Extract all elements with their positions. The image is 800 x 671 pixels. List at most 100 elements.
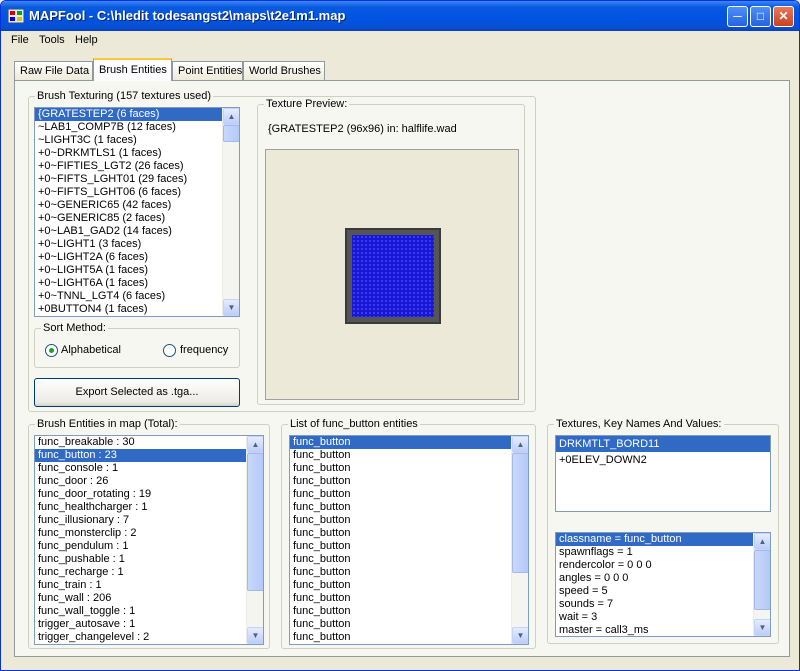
entity-list-item[interactable]: func_button — [290, 605, 528, 618]
brush-entities-listbox[interactable]: func_breakable : 30 func_button : 23 func_… — [34, 435, 264, 645]
entity-list-item[interactable]: func_button — [290, 553, 528, 566]
texture-list-item[interactable]: +0~DRKMTLS1 (1 faces) — [35, 147, 239, 160]
export-tga-button[interactable]: Export Selected as .tga... — [34, 378, 240, 407]
brush-entity-list-item[interactable]: func_breakable : 30 — [35, 436, 263, 449]
texture-list-item[interactable]: +0~FIFTS_LGHT01 (29 faces) — [35, 173, 239, 186]
entity-list-item[interactable]: func_button — [290, 579, 528, 592]
brush-entity-list-item[interactable]: func_door : 26 — [35, 475, 263, 488]
keyvalue-list-item[interactable]: wait = 3 — [556, 611, 770, 624]
entity-listbox[interactable]: func_button func_button func_button func_bu… — [289, 435, 529, 645]
keyvalue-list-item[interactable]: speed = 5 — [556, 585, 770, 598]
scroll-thumb[interactable] — [247, 453, 263, 591]
entity-list-item[interactable]: func_button — [290, 475, 528, 488]
scroll-down-arrow[interactable]: ▼ — [247, 627, 263, 644]
brush-entity-list-item[interactable]: func_pendulum : 1 — [35, 540, 263, 553]
texture-preview-frame — [265, 149, 519, 400]
brush-entities-group: Brush Entities in map (Total): func_brea… — [28, 418, 270, 649]
brush-entity-list-item[interactable]: func_recharge : 1 — [35, 566, 263, 579]
scroll-thumb[interactable] — [223, 125, 239, 142]
texture-list-item[interactable]: +0~LAB1_GAD2 (14 faces) — [35, 225, 239, 238]
texture-list-item[interactable]: +0~TNNL_LGT4 (6 faces) — [35, 290, 239, 303]
brush-entity-list-item[interactable]: func_illusionary : 7 — [35, 514, 263, 527]
tab-brush-entities[interactable]: Brush Entities — [93, 58, 172, 81]
keyvalue-list-item[interactable]: master = call3_ms — [556, 624, 770, 636]
texture-list-item[interactable]: +0~FIFTS_LGHT06 (6 faces) — [35, 186, 239, 199]
close-button[interactable]: ✕ — [773, 6, 794, 27]
texture-listbox[interactable]: {GRATESTEP2 (6 faces) ~LAB1_COMP7B (12 fa… — [34, 107, 240, 317]
scroll-up-arrow[interactable]: ▲ — [512, 436, 528, 453]
tab-raw-file-data[interactable]: Raw File Data — [14, 61, 93, 81]
keyvalue-list-item[interactable]: sounds = 7 — [556, 598, 770, 611]
keyvalue-list-item[interactable]: spawnflags = 1 — [556, 546, 770, 559]
texture-list-item[interactable]: +0~LIGHT1 (3 faces) — [35, 238, 239, 251]
scroll-down-arrow[interactable]: ▼ — [512, 627, 528, 644]
entity-list-item[interactable]: func_button — [290, 462, 528, 475]
menu-help[interactable]: Help — [75, 34, 98, 46]
texture-list-item[interactable]: +0BUTTON4 (1 faces) — [35, 303, 239, 316]
tab-world-brushes[interactable]: World Brushes — [243, 61, 325, 81]
entity-texture-item[interactable]: DRKMTLT_BORD11 — [556, 436, 770, 452]
scroll-thumb[interactable] — [754, 550, 770, 610]
entity-list-item[interactable]: func_button — [290, 436, 528, 449]
scroll-up-arrow[interactable]: ▲ — [223, 108, 239, 125]
entity-list-group: List of func_button entities func_button… — [281, 418, 536, 649]
texture-list-item[interactable]: +0~FIFTIES_LGT2 (26 faces) — [35, 160, 239, 173]
texture-list-item[interactable]: +0~GENERIC85 (2 faces) — [35, 212, 239, 225]
minimize-button[interactable]: ─ — [727, 6, 748, 27]
keyvalue-list-item[interactable]: angles = 0 0 0 — [556, 572, 770, 585]
texture-list-scrollbar[interactable]: ▲ ▼ — [222, 108, 239, 316]
texture-list-item[interactable]: ~LAB1_COMP7B (12 faces) — [35, 121, 239, 134]
scroll-down-arrow[interactable]: ▼ — [223, 299, 239, 316]
brush-entity-list-item[interactable]: func_console : 1 — [35, 462, 263, 475]
maximize-button[interactable]: □ — [750, 6, 771, 27]
keyvalue-list-item[interactable]: classname = func_button — [556, 533, 770, 546]
menu-tools[interactable]: Tools — [39, 34, 65, 46]
entity-list-item[interactable]: func_button — [290, 631, 528, 644]
entity-textures-listbox[interactable]: DRKMTLT_BORD11 +0ELEV_DOWN2 — [555, 435, 771, 512]
texture-list-item[interactable]: +0~LIGHT6A (1 faces) — [35, 277, 239, 290]
entity-list-item[interactable]: func_button — [290, 449, 528, 462]
texture-info-text: {GRATESTEP2 (96x96) in: halflife.wad — [268, 123, 457, 135]
keyvalues-scrollbar[interactable]: ▲ ▼ — [753, 533, 770, 636]
menu-file[interactable]: File — [11, 34, 29, 46]
entity-list-item[interactable]: func_button — [290, 566, 528, 579]
tab-point-entities[interactable]: Point Entities — [172, 61, 243, 81]
brush-entity-list-item[interactable]: func_wall_toggle : 1 — [35, 605, 263, 618]
scroll-down-arrow[interactable]: ▼ — [754, 619, 770, 636]
keyvalue-list-item[interactable]: rendercolor = 0 0 0 — [556, 559, 770, 572]
brush-entities-scrollbar[interactable]: ▲ ▼ — [246, 436, 263, 644]
texture-list-item[interactable]: ~LIGHT3C (1 faces) — [35, 134, 239, 147]
texture-list-item[interactable]: +0~LIGHT2A (6 faces) — [35, 251, 239, 264]
scroll-up-arrow[interactable]: ▲ — [247, 436, 263, 453]
maximize-icon: □ — [756, 9, 765, 23]
entity-list-item[interactable]: func_button — [290, 527, 528, 540]
texture-list-item[interactable]: +0~GENERIC65 (42 faces) — [35, 199, 239, 212]
brush-entity-list-item[interactable]: func_button : 23 — [35, 449, 263, 462]
brush-entity-list-item[interactable]: func_train : 1 — [35, 579, 263, 592]
brush-entities-panel: Brush Texturing (157 textures used) {GRA… — [14, 80, 790, 657]
brush-entity-list-item[interactable]: trigger_autosave : 1 — [35, 618, 263, 631]
entity-list-item[interactable]: func_button — [290, 501, 528, 514]
brush-entity-list-item[interactable]: func_wall : 206 — [35, 592, 263, 605]
entity-list-item[interactable]: func_button — [290, 514, 528, 527]
entity-list-item[interactable]: func_button — [290, 592, 528, 605]
brush-entity-list-item[interactable]: trigger_changelevel : 2 — [35, 631, 263, 644]
brush-entity-list-item[interactable]: func_monsterclip : 2 — [35, 527, 263, 540]
texture-list-item[interactable]: {GRATESTEP2 (6 faces) — [35, 108, 239, 121]
entity-list-item[interactable]: func_button — [290, 618, 528, 631]
entity-list-scrollbar[interactable]: ▲ ▼ — [511, 436, 528, 644]
brush-entity-list-item[interactable]: func_door_rotating : 19 — [35, 488, 263, 501]
entity-list-item[interactable]: func_button — [290, 540, 528, 553]
entity-list-item[interactable]: func_button — [290, 488, 528, 501]
scroll-thumb[interactable] — [512, 453, 528, 573]
title-bar[interactable]: MAPFool - C:\hledit todesangst2\maps\t2e… — [1, 1, 799, 31]
sort-alphabetical-radio[interactable] — [45, 344, 58, 357]
scroll-up-arrow[interactable]: ▲ — [754, 533, 770, 550]
entity-list-label: List of func_button entities — [288, 418, 420, 430]
texture-list-item[interactable]: +0~LIGHT5A (1 faces) — [35, 264, 239, 277]
sort-frequency-radio[interactable] — [163, 344, 176, 357]
brush-entity-list-item[interactable]: func_healthcharger : 1 — [35, 501, 263, 514]
brush-entity-list-item[interactable]: func_pushable : 1 — [35, 553, 263, 566]
entity-texture-item[interactable]: +0ELEV_DOWN2 — [556, 452, 770, 468]
keyvalues-listbox[interactable]: classname = func_button spawnflags = 1 ren… — [555, 532, 771, 637]
